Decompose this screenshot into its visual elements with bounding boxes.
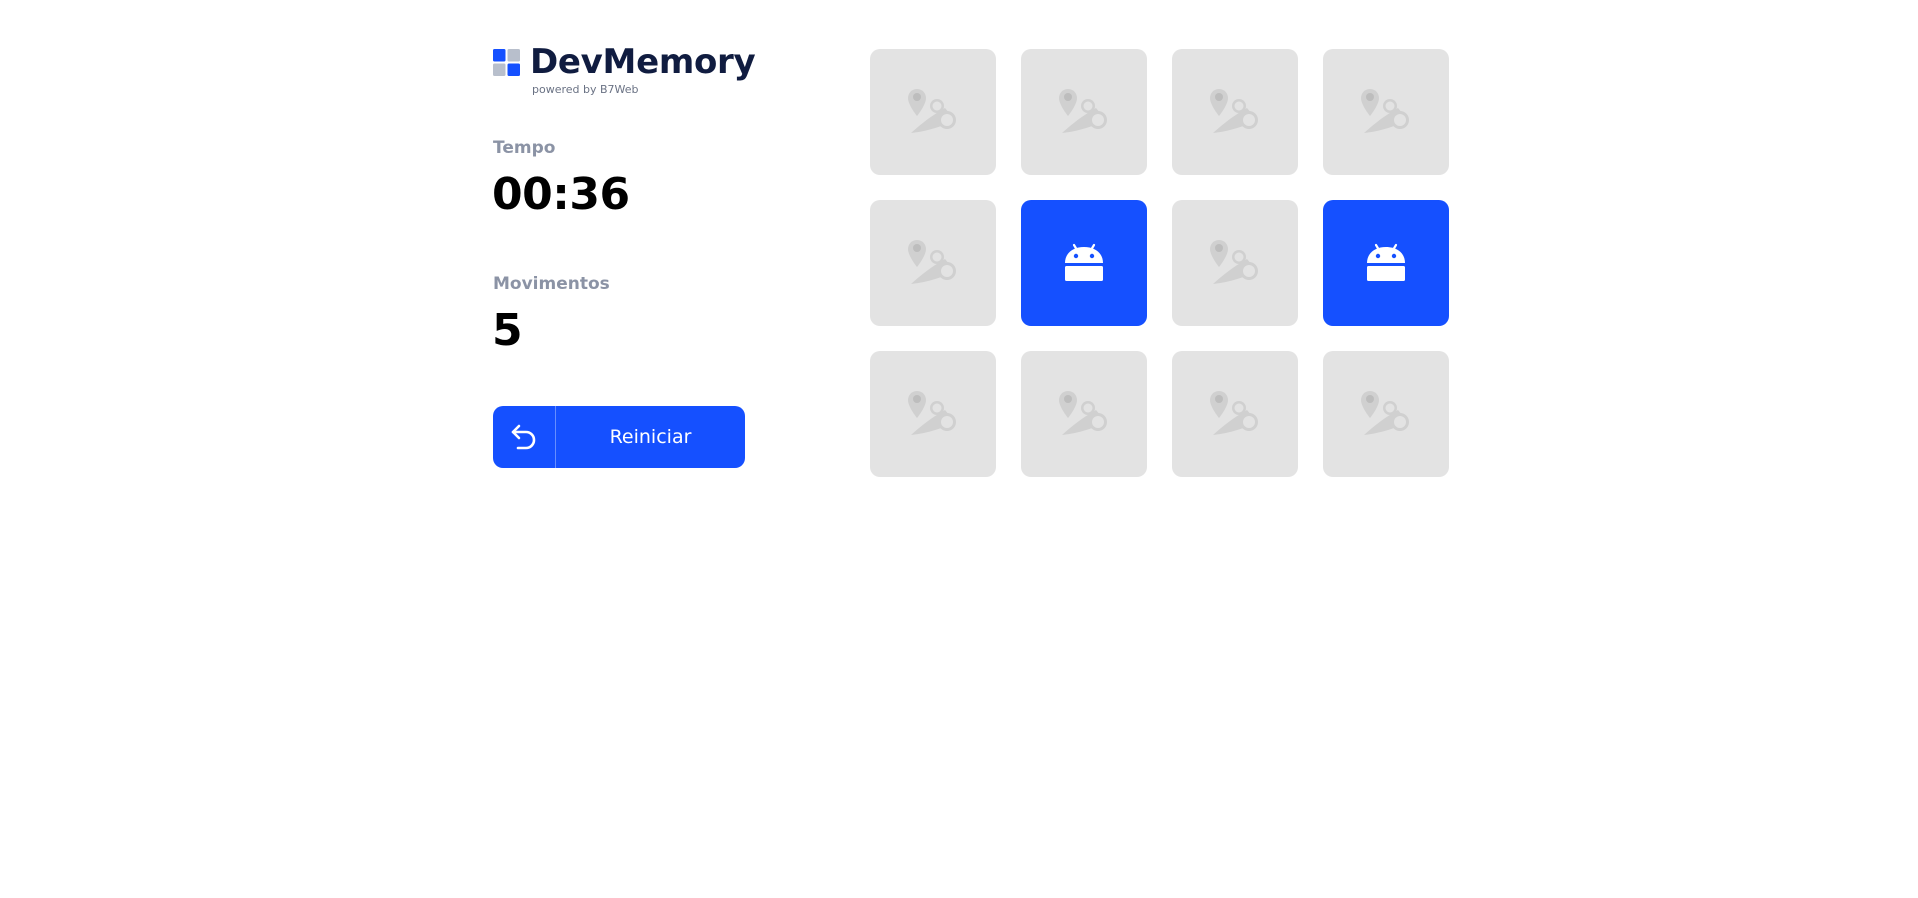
placeholder-logo-icon <box>1210 89 1258 133</box>
moves-value: 5 <box>492 305 523 356</box>
card-hidden[interactable] <box>1172 200 1298 326</box>
card-hidden[interactable] <box>1172 49 1298 175</box>
moves-label: Movimentos <box>493 274 610 294</box>
card-hidden[interactable] <box>870 351 996 477</box>
info-panel: DevMemory powered by B7Web Tempo 00:36 M… <box>492 42 756 468</box>
time-label: Tempo <box>493 138 556 158</box>
placeholder-logo-icon <box>1210 391 1258 435</box>
placeholder-logo-icon <box>1059 89 1107 133</box>
restart-icon-box <box>493 406 556 468</box>
logo: DevMemory powered by B7Web <box>493 42 756 98</box>
card-revealed[interactable] <box>1323 200 1449 326</box>
placeholder-logo-icon <box>908 89 956 133</box>
logo-mark-icon <box>493 49 520 76</box>
card-hidden[interactable] <box>1021 49 1147 175</box>
card-hidden[interactable] <box>1323 49 1449 175</box>
placeholder-logo-icon <box>908 240 956 284</box>
restart-label: Reiniciar <box>609 426 692 448</box>
placeholder-logo-icon <box>908 391 956 435</box>
card-hidden[interactable] <box>870 49 996 175</box>
game-app: DevMemory powered by B7Web Tempo 00:36 M… <box>0 0 1918 898</box>
android-icon <box>1065 243 1103 281</box>
card-hidden[interactable] <box>1021 351 1147 477</box>
app-subtitle: powered by B7Web <box>532 83 639 96</box>
placeholder-logo-icon <box>1059 391 1107 435</box>
card-revealed[interactable] <box>1021 200 1147 326</box>
android-icon <box>1367 243 1405 281</box>
app-title: DevMemory <box>530 42 756 82</box>
placeholder-logo-icon <box>1210 240 1258 284</box>
card-hidden[interactable] <box>870 200 996 326</box>
undo-icon <box>511 424 536 450</box>
placeholder-logo-icon <box>1361 391 1409 435</box>
time-value: 00:36 <box>492 169 630 220</box>
restart-button[interactable]: Reiniciar <box>493 406 745 468</box>
placeholder-logo-icon <box>1361 89 1409 133</box>
card-hidden[interactable] <box>1323 351 1449 477</box>
card-grid <box>870 49 1449 477</box>
card-hidden[interactable] <box>1172 351 1298 477</box>
